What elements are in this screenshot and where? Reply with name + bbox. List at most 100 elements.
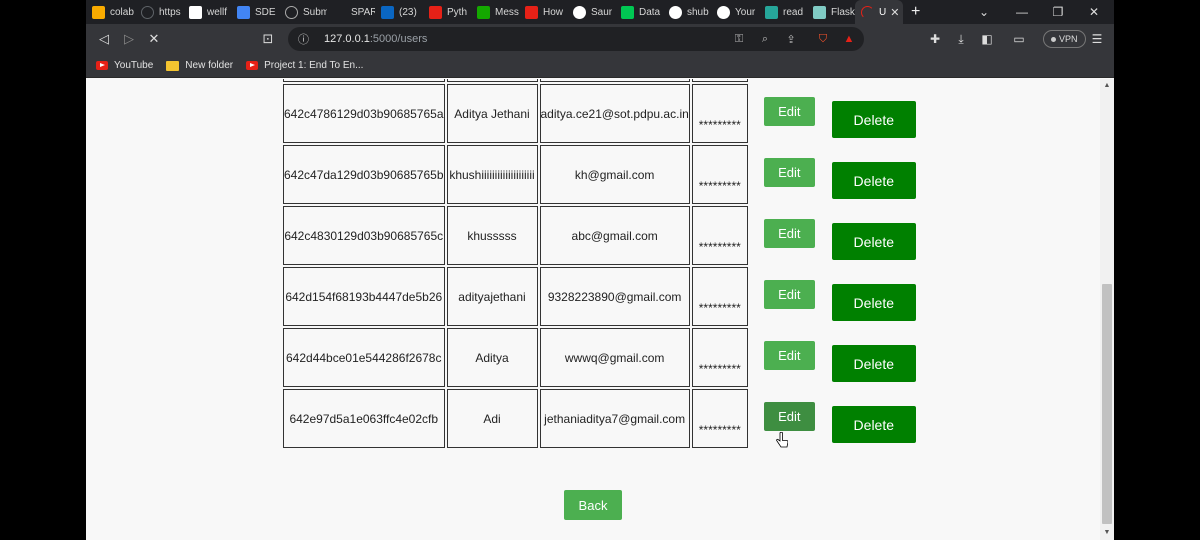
- edit-button[interactable]: Edit: [763, 341, 815, 370]
- browser-tab[interactable]: https: [135, 0, 183, 24]
- minimize-icon[interactable]: —: [1004, 0, 1040, 24]
- key-icon[interactable]: ⚿: [732, 32, 746, 46]
- brave-shield-icon[interactable]: ⛉: [816, 32, 830, 46]
- youtube-icon: [96, 61, 108, 70]
- delete-button[interactable]: Delete: [831, 223, 916, 260]
- user-password-cell: *********: [691, 206, 748, 265]
- browser-tab[interactable]: SDE: [231, 0, 279, 24]
- tab-label: Saur: [591, 6, 613, 18]
- browser-tab[interactable]: Data: [615, 0, 663, 24]
- delete-button[interactable]: Delete: [831, 345, 916, 382]
- folder-icon: [166, 60, 180, 71]
- share-icon[interactable]: ⇪: [784, 32, 798, 46]
- browser-tab[interactable]: colab: [86, 0, 135, 24]
- colab-icon: [92, 5, 105, 19]
- browser-tab[interactable]: Pyth: [423, 0, 471, 24]
- browser-tab[interactable]: (23): [375, 0, 423, 24]
- close-window-icon[interactable]: ✕: [1076, 0, 1112, 24]
- bookmark-youtube[interactable]: YouTube: [96, 60, 153, 71]
- back-nav-icon[interactable]: ◁: [94, 29, 114, 49]
- hand-cursor-icon: [776, 432, 788, 448]
- browser-tab[interactable]: SPAR: [327, 0, 375, 24]
- tab-label: colab: [110, 6, 134, 18]
- user-id-cell: 642c4830129d03b90685765c: [283, 206, 445, 265]
- vpn-button[interactable]: VPN: [1043, 30, 1086, 48]
- browser-tab[interactable]: Mess: [471, 0, 519, 24]
- page-scrollbar[interactable]: ▲ ▼: [1100, 79, 1114, 540]
- tab-label: Data: [639, 6, 661, 18]
- user-password-cell: *********: [691, 267, 748, 326]
- edit-button[interactable]: Edit: [763, 280, 815, 309]
- linkedin-icon: [381, 5, 394, 19]
- back-button[interactable]: Back: [564, 490, 622, 520]
- delete-button[interactable]: Delete: [831, 406, 916, 443]
- user-password-cell: *********: [691, 145, 748, 204]
- user-email-cell: [539, 79, 690, 82]
- user-name-cell: Aditya: [446, 328, 538, 387]
- arrow-icon: [333, 6, 346, 19]
- edit-button[interactable]: Edit: [763, 402, 815, 431]
- zoom-icon[interactable]: ⌕: [758, 32, 772, 46]
- menu-icon[interactable]: ☰: [1090, 32, 1104, 46]
- actions-cell: Edit Delete: [749, 206, 918, 265]
- extensions-icon[interactable]: ✚: [928, 32, 942, 46]
- sidebar-icon[interactable]: ◧: [980, 32, 994, 46]
- upwork-icon: [477, 5, 490, 19]
- youtube-icon: [525, 5, 538, 19]
- user-name-cell: Adi: [446, 389, 538, 448]
- url-text: 127.0.0.1:5000/users: [324, 33, 428, 45]
- address-bar[interactable]: ⓘ 127.0.0.1:5000/users ⚿ ⌕ ⇪ ⛉ ▲: [288, 27, 864, 51]
- bookmarks-bar: YouTube New folder Project 1: End To En.…: [86, 54, 1114, 78]
- forward-nav-icon[interactable]: ▷: [119, 29, 139, 49]
- new-tab-icon[interactable]: +: [903, 3, 928, 21]
- bookmark-icon[interactable]: ⊡: [258, 29, 278, 49]
- browser-tab[interactable]: wellf: [183, 0, 231, 24]
- app-icon: [765, 5, 778, 19]
- user-email-cell: 9328223890@gmail.com: [539, 267, 690, 326]
- edit-button[interactable]: Edit: [763, 158, 815, 187]
- browser-toolbar: ◁ ▷ ✕ ⊡ ⓘ 127.0.0.1:5000/users ⚿ ⌕ ⇪ ⛉ ▲…: [86, 24, 1114, 54]
- browser-tab[interactable]: read: [759, 0, 807, 24]
- browser-tab[interactable]: Your: [711, 0, 759, 24]
- wallet-icon[interactable]: ▭: [1012, 32, 1026, 46]
- browser-tab[interactable]: How: [519, 0, 567, 24]
- browser-tab[interactable]: Saur: [567, 0, 615, 24]
- tab-search-icon[interactable]: ⌄: [966, 0, 1002, 24]
- restore-icon[interactable]: ❐: [1040, 0, 1076, 24]
- delete-button[interactable]: Delete: [831, 284, 916, 321]
- edit-button[interactable]: Edit: [763, 219, 815, 248]
- bookmark-new-folder[interactable]: New folder: [166, 60, 233, 71]
- close-tab-icon[interactable]: ✕: [890, 6, 899, 19]
- stop-loading-icon[interactable]: ✕: [144, 29, 164, 49]
- actions-cell: Edit Delete: [749, 328, 918, 387]
- tab-label: Pyth: [447, 6, 468, 18]
- user-id-cell: 642c4786129d03b90685765a: [283, 84, 445, 143]
- user-password-cell: *********: [691, 328, 748, 387]
- bookmark-project[interactable]: Project 1: End To En...: [246, 60, 363, 71]
- browser-tab[interactable]: shub: [663, 0, 711, 24]
- page-content: *********EditDelete642c4786129d03b906857…: [86, 79, 1100, 540]
- table-row: 642d44bce01e544286f2678c Aditya wwwq@gmail…: [283, 328, 918, 387]
- browser-tab[interactable]: Subm: [279, 0, 327, 24]
- edit-button[interactable]: Edit: [763, 97, 815, 126]
- scroll-down-icon[interactable]: ▼: [1103, 529, 1111, 536]
- browser-tab[interactable]: U ✕: [855, 0, 903, 24]
- site-info-icon[interactable]: ⓘ: [298, 31, 312, 47]
- delete-button[interactable]: Delete: [831, 101, 916, 138]
- user-name-cell: khusssss: [446, 206, 538, 265]
- tab-label: (23): [399, 6, 417, 18]
- user-email-cell: jethaniaditya7@gmail.com: [539, 389, 690, 448]
- brave-rewards-icon[interactable]: ▲: [842, 32, 856, 46]
- table-row: 642d154f68193b4447de5b26 adityajethani 932…: [283, 267, 918, 326]
- github-icon: [573, 5, 586, 19]
- download-icon[interactable]: ⤓: [954, 32, 968, 46]
- tab-label: Mess: [495, 6, 519, 18]
- browser-tab[interactable]: Flask: [807, 0, 855, 24]
- table-row: *********EditDelete: [283, 79, 918, 82]
- user-password-cell: *********: [691, 389, 748, 448]
- scroll-up-icon[interactable]: ▲: [1103, 82, 1111, 89]
- tab-label: Flask: [831, 6, 855, 18]
- delete-button[interactable]: Delete: [831, 162, 916, 199]
- scrollbar-thumb[interactable]: [1102, 284, 1112, 524]
- tab-strip: colab https wellf SDE Subm SPAR (23) Pyth Mess Ho…: [86, 0, 1114, 24]
